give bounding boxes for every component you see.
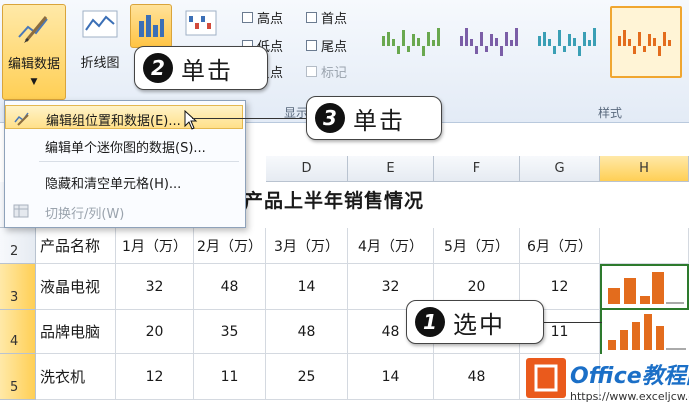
sheet-title[interactable]: 产品上半年销售情况 (244, 186, 424, 213)
edit-data-icon (14, 112, 29, 126)
first-point-checkbox[interactable]: 首点 (306, 8, 347, 27)
callout-step-3: 3 单击 (306, 96, 442, 140)
callout-text: 单击 (181, 56, 233, 85)
menu-item-hidden-empty-cells[interactable]: 隐藏和清空单元格(H)... (5, 169, 243, 193)
edit-data-menu: 编辑组位置和数据(E)... 编辑单个迷你图的数据(S)... 隐藏和清空单元格… (4, 100, 246, 228)
style-option-green[interactable] (376, 6, 448, 78)
table-cell[interactable]: 14 (348, 354, 434, 400)
table-row-name[interactable]: 品牌电脑 (36, 310, 116, 354)
style-group-label: 样式 (598, 106, 623, 120)
column-header-e[interactable]: E (348, 156, 434, 182)
line-chart-icon (82, 10, 118, 38)
green-sparkline-preview (382, 28, 440, 56)
watermark: Office教程网 https://www.exceljcw.com (522, 352, 689, 409)
callout-text: 选中 (453, 310, 505, 339)
orange-column-sparkline (608, 272, 684, 304)
callout-step-1: 1 选中 (406, 300, 544, 344)
table-cell[interactable]: 20 (116, 310, 194, 354)
win-loss-chart-icon (185, 10, 217, 36)
table-cell[interactable]: 14 (266, 264, 348, 310)
leader-line (540, 322, 602, 323)
purple-sparkline-preview (460, 28, 518, 56)
mouse-cursor-icon (184, 110, 198, 130)
last-point-checkbox[interactable]: 尾点 (306, 36, 347, 55)
style-option-orange[interactable] (610, 6, 682, 78)
header-cell-month5[interactable]: 5月（万） (434, 228, 520, 264)
table-cell[interactable]: 12 (116, 354, 194, 400)
chevron-down-icon: ▼ (30, 77, 38, 87)
style-option-teal[interactable] (532, 6, 604, 78)
header-cell-month1[interactable]: 1月（万） (116, 228, 194, 264)
menu-separator (39, 161, 239, 162)
column-header-f[interactable]: F (434, 156, 520, 182)
markers-checkbox[interactable]: 标记 (306, 62, 347, 81)
header-cell-product[interactable]: 产品名称 (36, 228, 116, 264)
callout-text: 单击 (353, 106, 405, 135)
table-cell[interactable]: 35 (194, 310, 266, 354)
column-header-h[interactable]: H (600, 156, 689, 182)
table-row-name[interactable]: 洗衣机 (36, 354, 116, 400)
step-number: 2 (143, 53, 173, 83)
edit-data-button[interactable]: 编辑数据 ▼ (2, 4, 66, 100)
edit-data-label: 编辑数据 (7, 57, 60, 72)
step-number: 1 (415, 307, 445, 337)
switch-row-col-icon (13, 204, 29, 218)
column-sparkline-button[interactable] (130, 4, 172, 48)
callout-step-2: 2 单击 (134, 46, 268, 90)
table-cell[interactable]: 11 (194, 354, 266, 400)
row-header-2[interactable]: 2 (0, 228, 36, 264)
win-loss-sparkline-button[interactable] (178, 4, 224, 48)
edit-data-icon (18, 16, 48, 43)
watermark-brand: Office教程网 (570, 364, 689, 389)
line-label: 折线图 (80, 56, 120, 71)
column-chart-icon (139, 15, 164, 37)
menu-item-edit-group-location[interactable]: 编辑组位置和数据(E)... (5, 105, 243, 130)
line-sparkline-button[interactable]: 折线图 (74, 4, 126, 88)
table-cell[interactable]: 48 (266, 310, 348, 354)
step-number: 3 (315, 103, 345, 133)
header-cell-month6[interactable]: 6月（万） (520, 228, 600, 264)
leader-line (192, 118, 312, 119)
sparkline-cell-row3[interactable] (600, 264, 689, 310)
watermark-url: https://www.exceljcw.com (570, 390, 689, 403)
sparkline-style-gallery (372, 4, 689, 94)
sparkline-cell-row4[interactable] (600, 310, 689, 354)
row-header-3[interactable]: 3 (0, 264, 36, 310)
table-cell[interactable]: 32 (116, 264, 194, 310)
orange-column-sparkline (608, 314, 686, 350)
header-cell-month4[interactable]: 4月（万） (348, 228, 434, 264)
table-cell[interactable]: 48 (194, 264, 266, 310)
style-option-purple[interactable] (454, 6, 526, 78)
table-cell[interactable]: 25 (266, 354, 348, 400)
office-logo-icon (526, 358, 566, 398)
header-cell-month3[interactable]: 3月（万） (266, 228, 348, 264)
column-header-g[interactable]: G (520, 156, 600, 182)
table-cell[interactable]: 48 (434, 354, 520, 400)
menu-item-switch-row-column[interactable]: 切换行/列(W) (5, 199, 243, 223)
table-row-name[interactable]: 液晶电视 (36, 264, 116, 310)
menu-item-edit-single-sparkline[interactable]: 编辑单个迷你图的数据(S)... (5, 133, 243, 157)
teal-sparkline-preview (538, 28, 596, 56)
row-header-4[interactable]: 4 (0, 310, 36, 354)
row-header-5[interactable]: 5 (0, 354, 36, 400)
high-point-checkbox[interactable]: 高点 (242, 8, 283, 27)
column-header-d[interactable]: D (266, 156, 348, 182)
orange-sparkline-preview (618, 30, 671, 56)
header-cell-month2[interactable]: 2月（万） (194, 228, 266, 264)
header-cell-h[interactable] (600, 228, 689, 264)
